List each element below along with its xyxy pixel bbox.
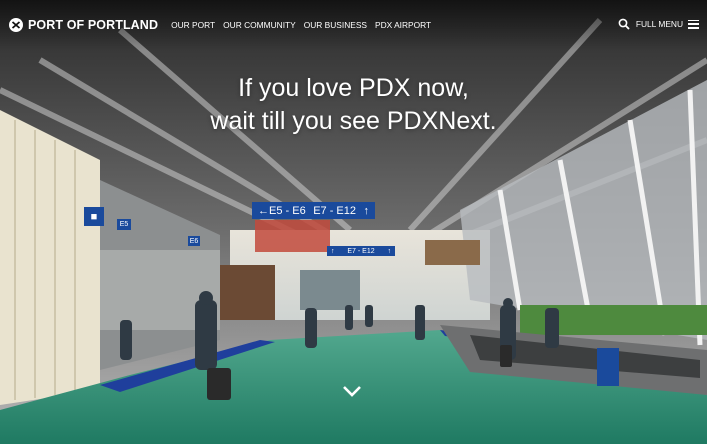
gate-e5-sign: E5 <box>117 219 131 230</box>
chevron-down-icon[interactable] <box>342 384 362 398</box>
gate-sign-right-label: E7 - E12 <box>313 204 356 217</box>
nav-item-our-business[interactable]: OUR BUSINESS <box>304 20 367 30</box>
restroom-icon: ■ <box>90 210 98 223</box>
hamburger-icon[interactable] <box>688 19 699 29</box>
full-menu-button[interactable]: FULL MENU <box>636 19 683 29</box>
gate-sign-left-label: ←E5 - E6 <box>258 204 306 217</box>
arrow-up-icon: ↑ <box>331 247 335 255</box>
hero-banner: ←E5 - E6 E7 - E12 ↑ ↑ E7 - E12 ↑ ■ E5 E6… <box>0 0 707 444</box>
brand-logo[interactable]: PORT OF PORTLAND <box>9 18 158 32</box>
nav-utilities: FULL MENU <box>618 18 699 30</box>
search-icon[interactable] <box>618 18 630 30</box>
gate-sign-e5-e12: ←E5 - E6 E7 - E12 ↑ <box>252 202 375 219</box>
nav-item-our-port[interactable]: OUR PORT <box>171 20 215 30</box>
restroom-sign: ■ <box>84 207 104 226</box>
hero-headline-line2: wait till you see PDXNext. <box>210 107 497 135</box>
hero-headline-line1: If you love PDX now, <box>238 74 469 102</box>
nav-item-our-community[interactable]: OUR COMMUNITY <box>223 20 296 30</box>
terminal-concourse-illustration <box>0 0 707 444</box>
port-of-portland-logo-icon <box>9 18 23 32</box>
gate-e5-label: E5 <box>119 221 129 228</box>
gate-sign-e7-e12: ↑ E7 - E12 ↑ <box>327 246 395 256</box>
arrow-up-icon: ↑ <box>387 247 392 255</box>
nav-item-pdx-airport[interactable]: PDX AIRPORT <box>375 20 431 30</box>
gate-e6-label: E6 <box>189 237 199 245</box>
top-nav: PORT OF PORTLAND OUR PORT OUR COMMUNITY … <box>0 0 707 50</box>
gate-e6-sign: E6 <box>188 236 200 246</box>
gate-sign-lower-label: E7 - E12 <box>347 247 375 255</box>
hero-headline: If you love PDX now, wait till you see P… <box>0 72 707 138</box>
brand-name: PORT OF PORTLAND <box>28 18 159 32</box>
arrow-up-icon: ↑ <box>363 204 370 217</box>
main-menu: OUR PORT OUR COMMUNITY OUR BUSINESS PDX … <box>171 20 439 30</box>
